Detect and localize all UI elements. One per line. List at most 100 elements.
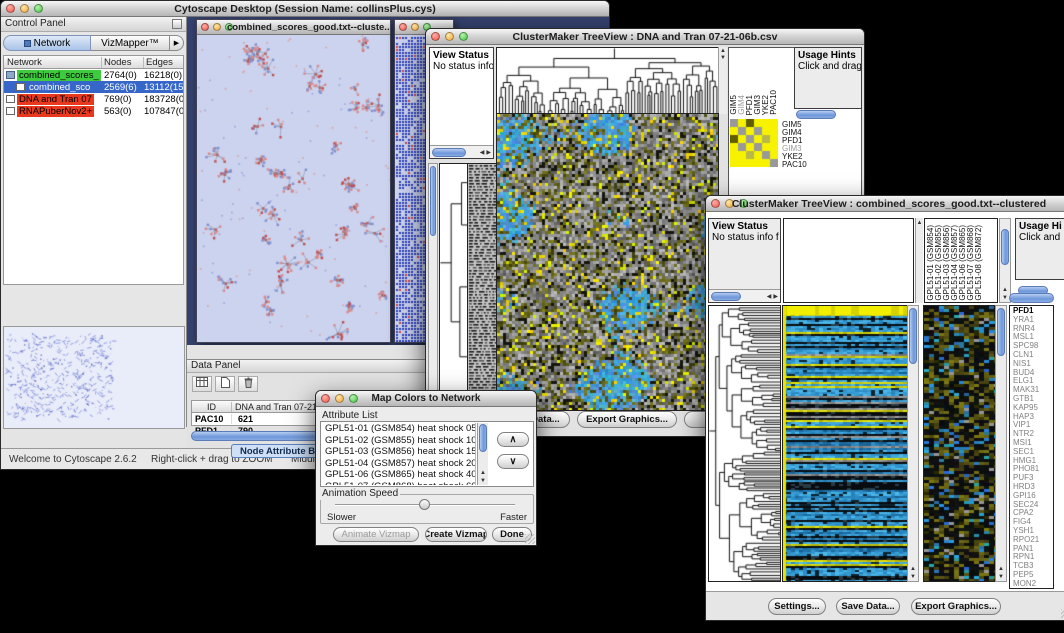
network-row[interactable]: DNA and Tran 07769(0)183728(0) <box>4 93 183 105</box>
col-id[interactable]: ID <box>192 402 232 412</box>
col-network[interactable]: Network <box>4 57 102 68</box>
table-mode-icon[interactable] <box>192 376 212 392</box>
tv1-gene-scrollbar[interactable] <box>428 163 438 409</box>
network-overview-canvas[interactable] <box>3 326 185 429</box>
attribute-item[interactable]: GPL51-04 (GSM857) heat shock 20 min <box>322 458 475 470</box>
scrollbar-thumb[interactable] <box>432 148 466 157</box>
view-status-scrollbar[interactable]: ◀ ▶ <box>709 289 780 302</box>
attribute-list[interactable]: GPL51-01 (GSM854) heat shock 05 minGPL51… <box>322 423 476 485</box>
main-title-bar[interactable]: Cytoscape Desktop (Session Name: collins… <box>1 1 609 17</box>
move-up-button[interactable]: ∧ <box>497 432 529 447</box>
scroll-up-icon[interactable]: ▲ <box>1000 287 1010 293</box>
gene-label: YRA1 <box>1013 316 1053 325</box>
tv1-similarity-matrix[interactable] <box>730 119 778 167</box>
view-status-scrollbar[interactable]: ◀ ▶ <box>430 145 493 158</box>
tv2-save-data-button[interactable]: Save Data... <box>836 598 900 615</box>
column-label: PAC10 <box>770 90 778 115</box>
cell-id: PAC10 <box>192 414 232 424</box>
animation-speed-label: Animation Speed <box>320 488 400 500</box>
scroll-up-icon[interactable]: ▲ <box>908 566 918 572</box>
tv1-array-dendrogram[interactable] <box>496 47 719 114</box>
network-row[interactable]: RNAPuberNov2+563(0)107847(0) <box>4 105 183 117</box>
scrollbar-thumb[interactable] <box>909 308 917 364</box>
tab-overflow-button[interactable]: ▶ <box>170 35 184 51</box>
usage-hints-text: Click and <box>1016 232 1064 243</box>
gene-label: CLN1 <box>1013 351 1053 360</box>
attribute-item[interactable]: GPL51-01 (GSM854) heat shock 05 min <box>322 423 475 435</box>
network-row[interactable]: combined_sco2569(6)13112(15) <box>4 81 183 93</box>
tv1-usage-scrollbar[interactable] <box>796 110 836 119</box>
scroll-down-icon[interactable]: ▼ <box>908 574 918 580</box>
tv2-top-strip[interactable]: ▲ <box>915 218 923 303</box>
new-attribute-icon[interactable] <box>215 376 235 392</box>
gene-label: SPC98 <box>1013 342 1053 351</box>
scroll-up-icon[interactable]: ▲ <box>996 566 1006 572</box>
network-edges: 13112(15) <box>144 82 183 93</box>
tv2-collabel-scrollbar[interactable]: ▲ ▼ <box>999 218 1011 303</box>
control-panel-tabs: Network VizMapper™ ▶ <box>3 35 184 51</box>
scroll-down-icon[interactable]: ▼ <box>478 478 488 484</box>
tv2-heatmap-scrollbar[interactable]: ▲ ▼ <box>907 305 919 582</box>
scroll-up-icon[interactable]: ▲ <box>478 470 488 476</box>
scrollbar-thumb[interactable] <box>711 292 741 301</box>
gene-label: GTB1 <box>1013 395 1053 404</box>
scroll-up-icon[interactable]: ▲ <box>719 48 727 54</box>
attribute-item[interactable]: GPL51-02 (GSM855) heat shock 10 min <box>322 435 475 447</box>
tv2-array-dendrogram-area[interactable] <box>783 218 914 303</box>
tv2-second-heatmap[interactable] <box>923 305 996 582</box>
dialog-title-bar[interactable]: Map Colors to Network <box>316 391 536 407</box>
attribute-item[interactable]: GPL51-07 (GSM868) heat shock 60 min <box>322 481 475 486</box>
tab-vizmapper[interactable]: VizMapper™ <box>91 35 170 51</box>
gene-label: SEC24 <box>1013 501 1053 510</box>
attribute-list-scrollbar[interactable]: ▲ ▼ <box>477 423 488 485</box>
tv1-gene-dendrogram[interactable] <box>439 163 468 411</box>
col-nodes[interactable]: Nodes <box>102 57 144 68</box>
speed-slider-thumb[interactable] <box>419 499 430 510</box>
attribute-item[interactable]: GPL51-06 (GSM865) heat shock 40 min <box>322 469 475 481</box>
tv2-second-scrollbar[interactable]: ▲ ▼ <box>995 305 1007 582</box>
tv1-column-labels: GIM5GIM4PFD1GIM3YKE2PAC10 <box>730 51 780 115</box>
attribute-item[interactable]: GPL51-03 (GSM856) heat shock 15 min <box>322 446 475 458</box>
scroll-right-icon[interactable]: ▶ <box>486 149 491 156</box>
gene-label: YSH1 <box>1013 527 1053 536</box>
tv2-settings-button[interactable]: Settings... <box>768 598 826 615</box>
scroll-up-icon[interactable]: ▲ <box>916 220 923 226</box>
tv1-heatmap[interactable] <box>496 113 719 411</box>
col-edges[interactable]: Edges <box>144 57 183 68</box>
status-welcome: Welcome to Cytoscape 2.6.2 <box>9 454 137 465</box>
scrollbar-thumb[interactable] <box>1001 229 1009 265</box>
move-down-button[interactable]: ∨ <box>497 454 529 469</box>
network-row[interactable]: combined_scores_2764(0)16218(0) <box>4 69 183 81</box>
create-vizmap-button[interactable]: Create Vizmap <box>425 527 487 542</box>
tv2-gene-dendrogram[interactable] <box>708 305 781 582</box>
tv1-export-graphics-button[interactable]: Export Graphics... <box>577 411 677 428</box>
treeview2-title-bar[interactable]: ClusterMaker TreeView : combined_scores_… <box>706 196 1064 212</box>
scrollbar-thumb[interactable] <box>479 424 487 452</box>
tv2-gene-list[interactable]: PFD1YRA1RNR4MSL1SPC98CLN1NIS1BUD4ELG1MAK… <box>1009 305 1054 589</box>
scroll-left-icon[interactable]: ◀ <box>480 149 485 156</box>
scroll-down-icon[interactable]: ▼ <box>996 574 1006 580</box>
minimize-button[interactable] <box>411 23 419 31</box>
gene-label: NIS1 <box>1013 360 1053 369</box>
network-table-header[interactable]: Network Nodes Edges <box>4 56 183 69</box>
scroll-right-icon[interactable]: ▶ <box>773 293 778 300</box>
float-panel-icon[interactable] <box>172 19 182 29</box>
scroll-left-icon[interactable]: ◀ <box>767 293 772 300</box>
treeview1-title-bar[interactable]: ClusterMaker TreeView : DNA and Tran 07-… <box>426 29 864 45</box>
scrollbar-thumb[interactable] <box>997 308 1005 356</box>
tv1-top-scrollbar[interactable]: ▲ ▼ <box>718 47 727 114</box>
resize-grip[interactable] <box>525 534 535 544</box>
tv2-export-graphics-button[interactable]: Export Graphics... <box>911 598 1001 615</box>
network-edges: 183728(0) <box>144 94 183 105</box>
tv2-genelist-scrollbar[interactable] <box>1009 293 1054 303</box>
network-view-canvas[interactable] <box>197 35 390 342</box>
tab-network[interactable]: Network <box>3 35 91 51</box>
network-view-title-bar[interactable]: combined_scores_good.txt--cluste... <box>197 20 390 35</box>
delete-attribute-icon[interactable] <box>238 376 258 392</box>
network-name: combined_sco <box>27 82 92 93</box>
scrollbar-thumb[interactable] <box>430 166 436 236</box>
close-button[interactable] <box>399 23 407 31</box>
tv2-heatmap[interactable] <box>782 305 908 582</box>
scroll-down-icon[interactable]: ▼ <box>719 55 727 61</box>
animate-vizmap-button[interactable]: Animate Vizmap <box>333 527 419 542</box>
